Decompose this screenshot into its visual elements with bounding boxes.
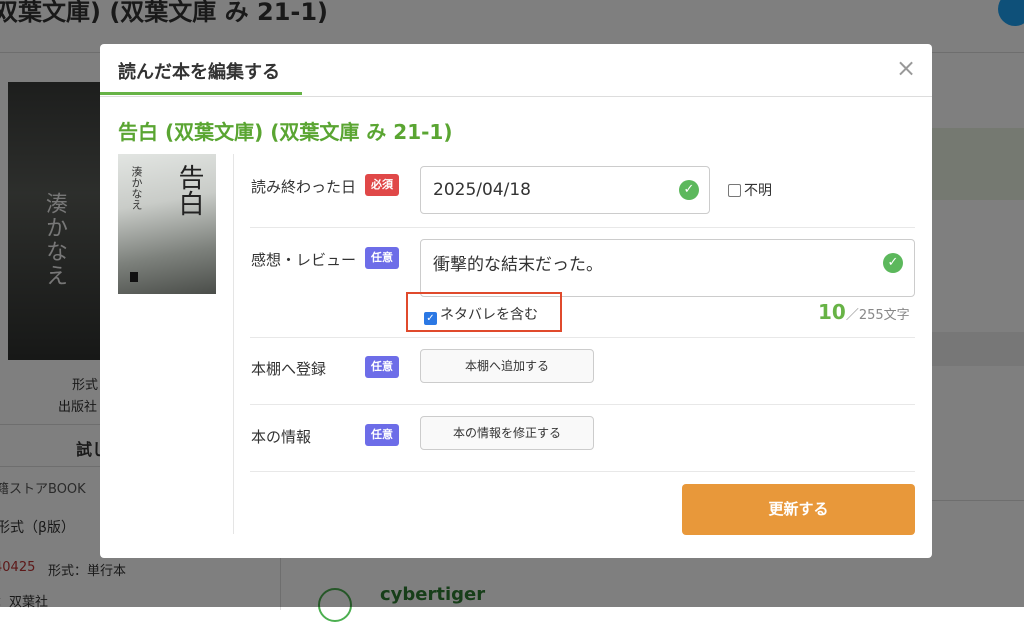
optional-badge: 任意: [365, 247, 399, 269]
finished-date-value: 2025/04/18: [433, 180, 531, 200]
book-title: 告白 (双葉文庫) (双葉文庫 み 21-1): [118, 120, 453, 144]
row-divider: [250, 337, 915, 338]
checkbox-icon[interactable]: [728, 184, 741, 197]
required-badge: 必須: [365, 174, 399, 196]
char-count: 10: [818, 300, 846, 324]
char-limit: ／255文字: [845, 308, 910, 323]
review-text: 衝撃的な結末だった。: [433, 255, 603, 275]
row-divider: [250, 227, 915, 228]
edit-book-modal: 読んだ本を編集する × 告白 (双葉文庫) (双葉文庫 み 21-1) 告白 湊…: [100, 44, 932, 558]
date-unknown-label: 不明: [744, 183, 772, 199]
add-to-bookshelf-button[interactable]: 本棚へ追加する: [420, 349, 594, 383]
spoiler-label: ネタバレを含む: [440, 307, 538, 323]
publisher-logo-icon: [130, 272, 138, 282]
book-cover-image: 告白 湊かなえ: [118, 154, 216, 294]
valid-check-icon: ✓: [679, 180, 699, 200]
date-unknown-checkbox[interactable]: 不明: [728, 180, 772, 200]
row-divider: [250, 404, 915, 405]
char-counter: 10／255文字: [818, 300, 910, 324]
review-label: 感想・レビュー: [251, 251, 357, 269]
bookshelf-label: 本棚へ登録: [251, 360, 327, 378]
edit-book-info-button[interactable]: 本の情報を修正する: [420, 416, 594, 450]
cover-author-text: 湊かなえ: [130, 166, 143, 210]
optional-badge: 任意: [365, 424, 399, 446]
finished-date-input[interactable]: 2025/04/18 ✓: [420, 166, 710, 214]
close-icon[interactable]: ×: [894, 56, 918, 80]
cover-title-text: 告白: [174, 164, 204, 216]
review-textarea[interactable]: 衝撃的な結末だった。 ✓: [420, 239, 915, 297]
vertical-divider: [233, 154, 234, 534]
optional-badge: 任意: [365, 356, 399, 378]
book-info-label: 本の情報: [251, 428, 312, 446]
spoiler-highlight: ✓ ネタバレを含む: [406, 292, 562, 332]
modal-header: 読んだ本を編集する ×: [100, 44, 932, 97]
modal-title: 読んだ本を編集する: [118, 62, 280, 83]
update-button[interactable]: 更新する: [682, 484, 915, 535]
valid-check-icon: ✓: [883, 253, 903, 273]
finished-date-label: 読み終わった日: [251, 178, 357, 196]
tab-edit[interactable]: 読んだ本を編集する: [100, 44, 302, 95]
row-divider: [250, 471, 915, 472]
checkbox-checked-icon[interactable]: ✓: [424, 312, 437, 325]
spoiler-checkbox[interactable]: ✓ ネタバレを含む: [424, 304, 538, 325]
